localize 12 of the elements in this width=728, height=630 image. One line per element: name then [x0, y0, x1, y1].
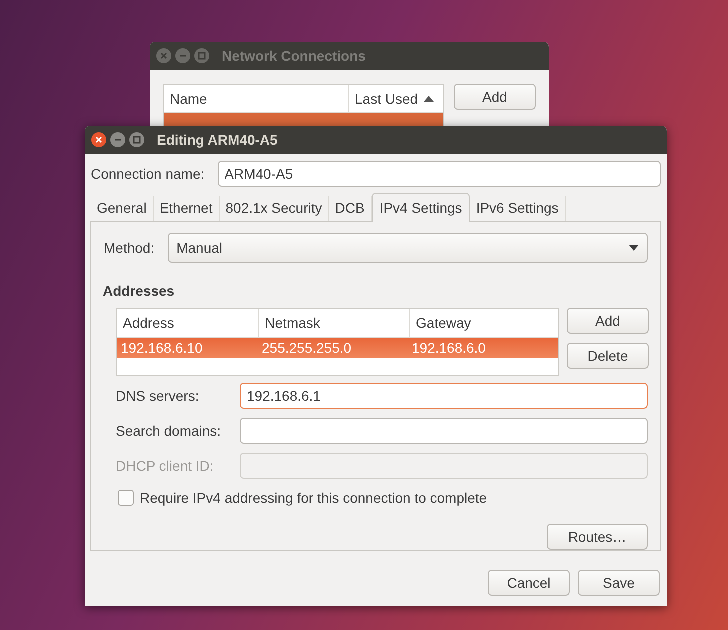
window-title: Editing ARM40-A5 — [157, 132, 278, 148]
field-label: Search domains: — [116, 423, 222, 439]
field-label: DNS servers: — [116, 388, 200, 404]
table-cell-text: 192.168.6.10 — [120, 339, 204, 358]
checkbox-label: Require IPv4 addressing for this connection to complete — [140, 490, 488, 506]
table-cell-text: 255.255.255.0 — [261, 339, 353, 358]
field-label: Method: — [103, 240, 155, 256]
field-label: Connection name: — [90, 166, 205, 182]
section-heading: Addresses — [103, 283, 176, 301]
window-title: Network Connections — [222, 48, 366, 64]
field-label: DHCP client ID: — [116, 458, 215, 474]
table-cell-text: 192.168.6.0 — [411, 339, 487, 358]
